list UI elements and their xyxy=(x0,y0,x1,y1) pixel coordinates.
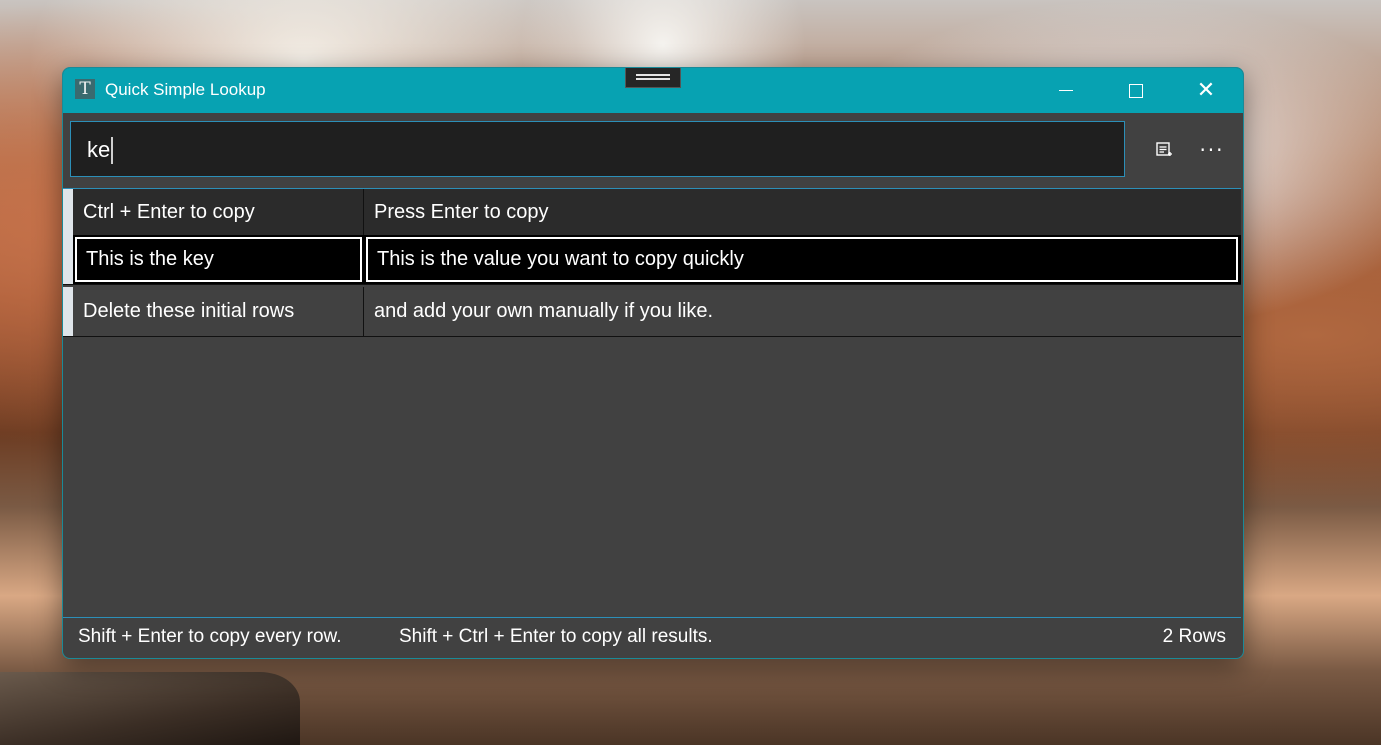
more-options-button[interactable]: ··· xyxy=(1195,136,1229,164)
row-count: 2 Rows xyxy=(1162,626,1226,647)
notes-button[interactable] xyxy=(1147,136,1181,164)
text-caret xyxy=(111,137,113,164)
title-bar[interactable]: T Quick Simple Lookup ✕ xyxy=(63,68,1243,113)
key-cell[interactable]: Delete these initial rows xyxy=(73,287,364,336)
table-row[interactable]: Delete these initial rows and add your o… xyxy=(63,287,1241,337)
maximize-button[interactable] xyxy=(1101,68,1171,113)
table-row[interactable]: This is the key This is the value you wa… xyxy=(63,235,1241,285)
search-input[interactable] xyxy=(85,134,1089,166)
minimize-icon xyxy=(1059,90,1073,91)
wallpaper-log xyxy=(0,672,300,745)
copy-all-results-hint: Shift + Ctrl + Enter to copy all results… xyxy=(399,626,713,647)
minimize-button[interactable] xyxy=(1031,68,1101,113)
row-marker[interactable] xyxy=(63,189,73,235)
copy-every-row-hint: Shift + Enter to copy every row. xyxy=(78,626,342,647)
close-button[interactable]: ✕ xyxy=(1171,68,1241,113)
maximize-icon xyxy=(1129,83,1143,98)
row-marker[interactable] xyxy=(63,235,73,284)
close-icon: ✕ xyxy=(1196,77,1216,103)
header-value: Press Enter to copy xyxy=(374,200,549,223)
notes-icon xyxy=(1156,142,1172,156)
header-key: Ctrl + Enter to copy xyxy=(73,189,364,235)
row-marker[interactable] xyxy=(63,287,73,336)
grid-header-row: Ctrl + Enter to copy Press Enter to copy xyxy=(63,189,1241,236)
app-window: T Quick Simple Lookup ✕ ··· Ctr xyxy=(62,67,1244,659)
value-cell[interactable]: This is the value you want to copy quick… xyxy=(366,237,1238,282)
drag-handle[interactable] xyxy=(625,68,681,88)
window-title: Quick Simple Lookup xyxy=(105,80,266,99)
app-t-icon: T xyxy=(75,79,95,99)
key-cell[interactable]: This is the key xyxy=(75,237,362,282)
more-icon: ··· xyxy=(1199,138,1225,162)
results-grid: Ctrl + Enter to copy Press Enter to copy… xyxy=(63,188,1241,618)
value-cell[interactable]: and add your own manually if you like. xyxy=(364,287,1241,336)
status-bar: Shift + Enter to copy every row. Shift +… xyxy=(63,617,1241,657)
search-box[interactable] xyxy=(70,121,1125,177)
